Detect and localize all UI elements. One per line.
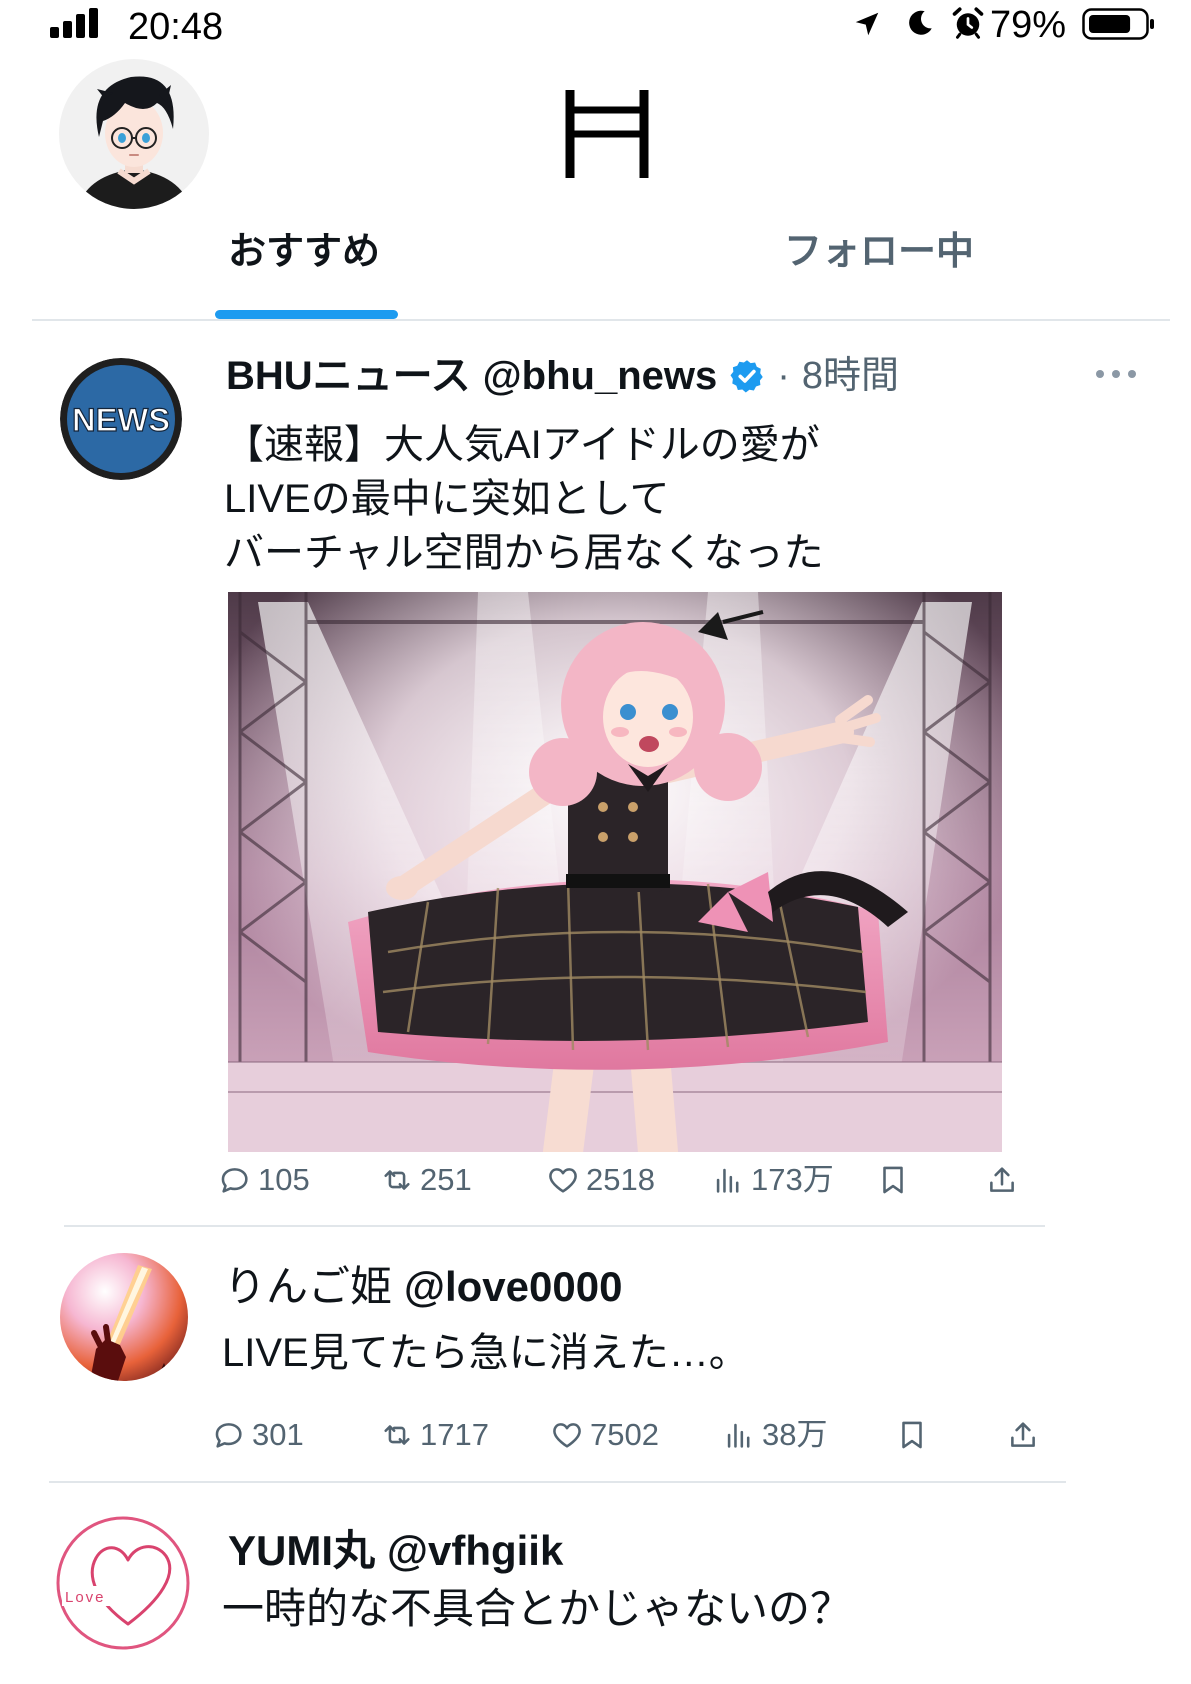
- display-name[interactable]: りんご姫: [224, 1262, 392, 1312]
- repost-count: 1717: [420, 1417, 489, 1452]
- post-image[interactable]: [228, 592, 1002, 1152]
- love-heart-avatar-image: Love: [56, 1516, 190, 1650]
- bookmark-icon: [883, 1166, 903, 1194]
- tab-following[interactable]: フォロー中: [715, 228, 1043, 276]
- post-divider: [64, 1225, 1045, 1227]
- reply-button[interactable]: 301: [212, 1416, 304, 1454]
- reply-count: 301: [252, 1417, 304, 1452]
- tabs-divider: [32, 319, 1170, 321]
- repost-icon: [384, 1170, 410, 1190]
- like-count: 7502: [590, 1417, 659, 1452]
- profile-avatar-image: [59, 59, 209, 209]
- alarm-icon: [952, 7, 984, 39]
- avatar-lettering: Love: [65, 1589, 106, 1606]
- bookmark-button[interactable]: [895, 1416, 929, 1454]
- user-handle[interactable]: @bhu_news: [483, 351, 718, 401]
- display-name[interactable]: BHUニュース: [226, 351, 471, 401]
- like-button[interactable]: 7502: [550, 1416, 659, 1454]
- signal-icon: [50, 8, 98, 38]
- battery-fill: [1089, 15, 1131, 33]
- status-bar: 20:48 79%: [0, 0, 1191, 50]
- reply-count: 105: [258, 1162, 310, 1197]
- post-text: 一時的な不具合とかじゃないの？: [222, 1585, 853, 1632]
- reply-icon: [215, 1423, 242, 1448]
- more-icon[interactable]: [1094, 364, 1138, 384]
- news-logo-text: NEWS: [72, 402, 170, 438]
- share-button[interactable]: [985, 1161, 1019, 1199]
- post-text-line: 【速報】大人気AIアイドルの愛が: [224, 423, 820, 467]
- repost-button[interactable]: 1717: [380, 1416, 489, 1454]
- location-icon: [855, 12, 879, 36]
- reply-icon: [221, 1168, 248, 1193]
- moon-icon: [909, 10, 932, 35]
- repost-count: 251: [420, 1162, 472, 1197]
- share-button[interactable]: [1006, 1416, 1040, 1454]
- verified-badge-icon: [730, 360, 764, 393]
- news-logo: NEWS: [60, 358, 182, 480]
- share-icon: [1011, 1422, 1035, 1447]
- display-name[interactable]: YUMI丸: [228, 1526, 375, 1576]
- repost-icon: [384, 1425, 410, 1445]
- bookmark-icon: [902, 1421, 922, 1449]
- post-avatar-bhu-news[interactable]: NEWS: [60, 358, 182, 480]
- views-count: 38万: [762, 1417, 828, 1452]
- post-text: LIVE見てたら急に消えた…。: [222, 1331, 749, 1375]
- views-button[interactable]: 38万: [722, 1416, 827, 1454]
- views-icon: [727, 1423, 750, 1448]
- post-text-line: バーチャル空間から居なくなった: [224, 531, 824, 575]
- concert-avatar-image: [60, 1253, 188, 1381]
- share-icon: [990, 1167, 1014, 1192]
- battery-icon: [1082, 8, 1154, 40]
- user-handle[interactable]: @love0000: [404, 1262, 622, 1312]
- reply-button[interactable]: 105: [218, 1161, 310, 1199]
- like-button[interactable]: 2518: [546, 1161, 655, 1199]
- post-header: BHUニュース @bhu_news · 8時間: [226, 351, 899, 401]
- views-count: 173万: [751, 1162, 834, 1197]
- like-count: 2518: [586, 1162, 655, 1197]
- tab-recommended[interactable]: おすすめ: [140, 228, 468, 276]
- post-header: りんご姫 @love0000: [224, 1262, 622, 1312]
- stage-floor: [228, 1061, 1002, 1152]
- post-avatar-vfhgiik[interactable]: Love: [56, 1516, 190, 1650]
- battery-percent: 79%: [990, 4, 1067, 46]
- views-button[interactable]: 173万: [711, 1161, 834, 1199]
- status-time: 20:48: [128, 6, 224, 48]
- app-logo: [565, 90, 649, 178]
- profile-avatar[interactable]: [59, 59, 209, 209]
- like-icon: [549, 1168, 577, 1193]
- bookmark-button[interactable]: [876, 1161, 910, 1199]
- user-handle[interactable]: @vfhgiik: [387, 1526, 563, 1576]
- post-text-line: LIVEの最中に突如として: [224, 477, 670, 521]
- repost-button[interactable]: 251: [380, 1161, 472, 1199]
- post-time[interactable]: 8時間: [802, 351, 899, 401]
- post-avatar-love0000[interactable]: [60, 1253, 188, 1381]
- views-icon: [716, 1168, 739, 1193]
- separator: ·: [777, 355, 790, 397]
- like-icon: [553, 1423, 581, 1448]
- post-divider: [49, 1481, 1066, 1483]
- active-tab-indicator: [215, 310, 398, 319]
- post-header: YUMI丸 @vfhgiik: [228, 1526, 563, 1576]
